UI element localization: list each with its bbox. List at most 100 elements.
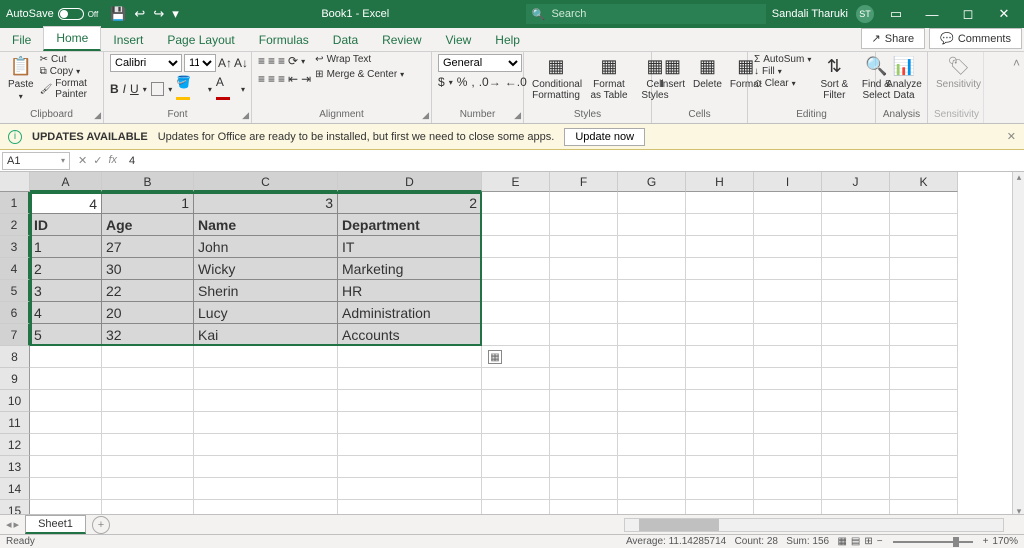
redo-icon[interactable]: ↪ [153,6,164,22]
cell-E2[interactable] [482,214,550,236]
cell-G11[interactable] [618,412,686,434]
cell-B7[interactable]: 32 [102,324,194,346]
cell-D3[interactable]: IT [338,236,482,258]
cell-F1[interactable] [550,192,618,214]
sheet-next-icon[interactable]: ▸ [14,518,20,531]
cell-C1[interactable]: 3 [194,192,338,214]
user-avatar[interactable]: ST [856,5,874,23]
cell-J2[interactable] [822,214,890,236]
scroll-up-icon[interactable]: ▴ [1013,172,1024,186]
cell-I3[interactable] [754,236,822,258]
tab-help[interactable]: Help [483,29,532,51]
zoom-in-icon[interactable]: + [983,536,989,547]
cell-C10[interactable] [194,390,338,412]
tab-insert[interactable]: Insert [101,29,155,51]
cell-K11[interactable] [890,412,958,434]
col-head-J[interactable]: J [822,172,890,192]
cell-D5[interactable]: HR [338,280,482,302]
tab-file[interactable]: File [0,29,43,51]
view-break-icon[interactable]: ⊞ [864,536,872,547]
align-center-icon[interactable]: ≡ [268,72,275,86]
row-head-1[interactable]: 1 [0,192,30,214]
cell-H14[interactable] [686,478,754,500]
cell-J1[interactable] [822,192,890,214]
cell-H9[interactable] [686,368,754,390]
cell-A4[interactable]: 2 [30,258,102,280]
cell-F8[interactable] [550,346,618,368]
cell-K9[interactable] [890,368,958,390]
cell-G5[interactable] [618,280,686,302]
cell-A1[interactable]: 4 [30,192,102,214]
cell-J9[interactable] [822,368,890,390]
cell-E9[interactable] [482,368,550,390]
cell-C7[interactable]: Kai [194,324,338,346]
row-head-9[interactable]: 9 [0,368,30,390]
cell-A11[interactable] [30,412,102,434]
cell-H12[interactable] [686,434,754,456]
cell-G13[interactable] [618,456,686,478]
cell-B11[interactable] [102,412,194,434]
quick-analysis-icon[interactable]: ▦ [488,350,502,364]
indent-dec-icon[interactable]: ⇤ [288,72,298,86]
col-head-E[interactable]: E [482,172,550,192]
cell-H4[interactable] [686,258,754,280]
view-layout-icon[interactable]: ▤ [851,536,860,547]
cell-A2[interactable]: ID [30,214,102,236]
row-head-12[interactable]: 12 [0,434,30,456]
cell-D4[interactable]: Marketing [338,258,482,280]
cell-D1[interactable]: 2 [338,192,482,214]
cell-C9[interactable] [194,368,338,390]
cell-B2[interactable]: Age [102,214,194,236]
cell-E5[interactable] [482,280,550,302]
launcher-icon[interactable]: ◢ [422,110,429,121]
zoom-slider[interactable] [893,541,973,543]
vertical-scrollbar[interactable]: ▴ ▾ [1012,172,1024,520]
col-head-C[interactable]: C [194,172,338,192]
cell-F3[interactable] [550,236,618,258]
cell-I5[interactable] [754,280,822,302]
cell-E4[interactable] [482,258,550,280]
qat-more-icon[interactable]: ▾ [172,6,179,22]
tab-formulas[interactable]: Formulas [247,29,321,51]
cell-F9[interactable] [550,368,618,390]
launcher-icon[interactable]: ◢ [94,110,101,121]
sort-filter-button[interactable]: ⇅Sort & Filter [815,54,853,103]
fill-button[interactable]: ↓Fill▾ [754,66,811,77]
cell-F6[interactable] [550,302,618,324]
cell-B4[interactable]: 30 [102,258,194,280]
bold-button[interactable]: B [110,82,119,96]
cell-F10[interactable] [550,390,618,412]
cell-G7[interactable] [618,324,686,346]
inc-decimal-icon[interactable]: .0→ [479,75,501,89]
align-right-icon[interactable]: ≡ [278,72,285,86]
align-top-icon[interactable]: ≡ [258,54,265,68]
cell-A12[interactable] [30,434,102,456]
cell-K10[interactable] [890,390,958,412]
cell-I6[interactable] [754,302,822,324]
name-box[interactable]: A1▾ [2,152,70,170]
cell-G12[interactable] [618,434,686,456]
cell-D2[interactable]: Department [338,214,482,236]
cell-F11[interactable] [550,412,618,434]
cell-G2[interactable] [618,214,686,236]
grow-font-icon[interactable]: A↑ [218,56,232,70]
row-head-3[interactable]: 3 [0,236,30,258]
fill-color-button[interactable]: 🪣 [176,75,204,103]
cell-C2[interactable]: Name [194,214,338,236]
cell-I9[interactable] [754,368,822,390]
search-input[interactable]: 🔍 Search [526,4,766,24]
font-size-select[interactable]: 11 [184,54,216,72]
cell-E10[interactable] [482,390,550,412]
user-name[interactable]: Sandali Tharuki [772,8,848,20]
cell-K2[interactable] [890,214,958,236]
cell-D14[interactable] [338,478,482,500]
cell-K12[interactable] [890,434,958,456]
cell-I2[interactable] [754,214,822,236]
number-format-select[interactable]: General [438,54,522,72]
sheet-tab-active[interactable]: Sheet1 [25,515,86,534]
analyze-data-button[interactable]: 📊Analyze Data [882,54,926,103]
merge-center-button[interactable]: ⊞Merge & Center▾ [315,69,404,80]
autosum-button[interactable]: ΣAutoSum▾ [754,54,811,65]
cell-E14[interactable] [482,478,550,500]
cell-F2[interactable] [550,214,618,236]
